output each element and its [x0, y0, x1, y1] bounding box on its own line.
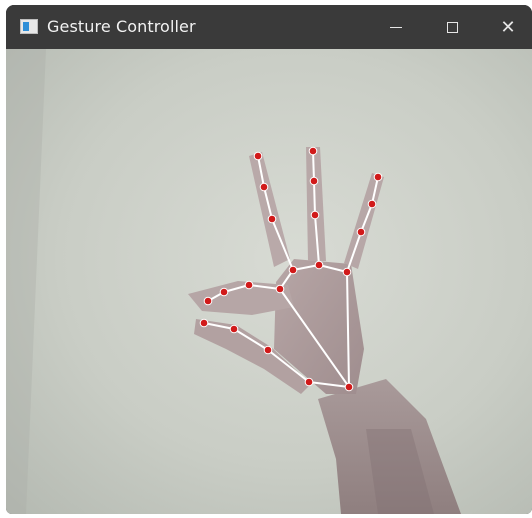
landmark-pinky-mcp [342, 267, 352, 277]
close-button[interactable]: ✕ [480, 5, 532, 49]
landmark-ring-dip [309, 176, 319, 186]
title-bar[interactable]: Gesture Controller ✕ [6, 5, 532, 49]
window-app-icon [20, 19, 38, 34]
landmark-thumb-mcp [263, 345, 273, 355]
landmark-pinky-tip [373, 172, 383, 182]
landmark-index-pip [244, 280, 254, 290]
background-wall [6, 49, 532, 514]
landmark-ring-mcp [314, 260, 324, 270]
landmark-thumb-ip [229, 324, 239, 334]
landmark-thumb-cmc [304, 377, 314, 387]
landmark-pinky-pip [356, 227, 366, 237]
landmark-ring-tip [308, 146, 318, 156]
landmark-middle-pip [267, 214, 277, 224]
landmark-middle-dip [259, 182, 269, 192]
gesture-controller-window: Gesture Controller ✕ [6, 5, 532, 514]
minimize-icon [390, 26, 402, 28]
camera-feed [6, 49, 532, 514]
landmark-middle-tip [253, 151, 263, 161]
maximize-button[interactable] [424, 5, 480, 49]
landmark-middle-mcp [288, 265, 298, 275]
landmark-index-mcp [275, 284, 285, 294]
maximize-icon [446, 21, 458, 33]
landmark-wrist [344, 382, 354, 392]
landmark-index-tip [203, 296, 213, 306]
landmark-ring-pip [310, 210, 320, 220]
close-icon: ✕ [500, 16, 516, 38]
landmark-pinky-dip [367, 199, 377, 209]
landmark-index-dip [219, 287, 229, 297]
camera-frame-svg [6, 49, 532, 514]
window-title: Gesture Controller [47, 17, 196, 36]
landmark-thumb-tip [199, 318, 209, 328]
minimize-button[interactable] [368, 5, 424, 49]
